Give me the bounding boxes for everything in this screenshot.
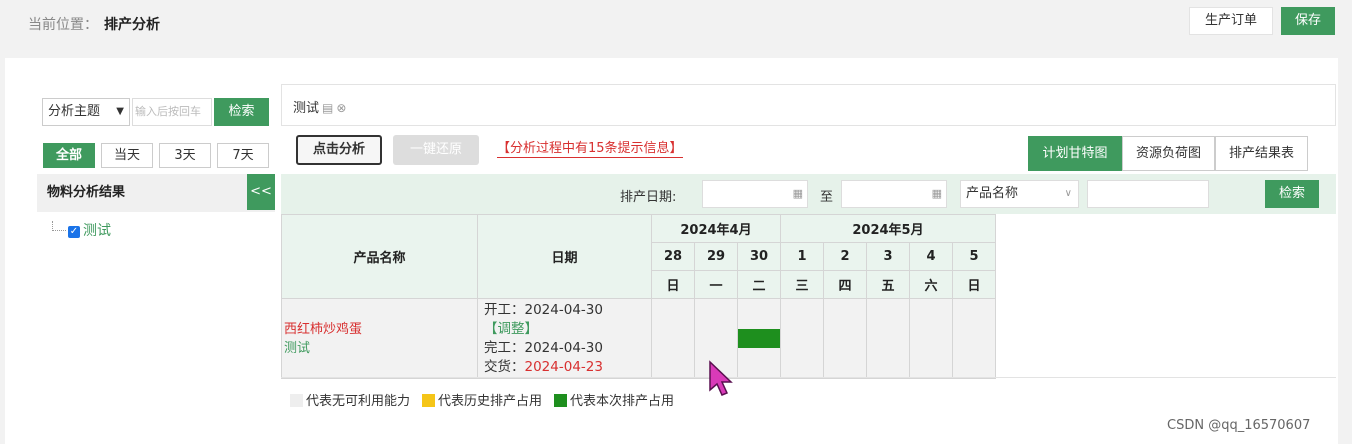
breadcrumb-current: 排产分析 <box>104 17 160 33</box>
range-7days[interactable]: 7天 <box>217 143 269 168</box>
tab-test[interactable]: 测试 ▤ ⊗ <box>293 97 346 116</box>
day-weekday: 一 <box>694 270 738 299</box>
legend-label: 代表无可利用能力 <box>306 394 411 409</box>
range-all[interactable]: 全部 <box>43 143 95 168</box>
breadcrumb: 当前位置： 排产分析 <box>28 14 160 34</box>
day-number: 28 <box>651 242 695 271</box>
collapse-button[interactable]: << <box>247 174 275 210</box>
day-number: 30 <box>737 242 781 271</box>
day-weekday: 日 <box>651 270 695 299</box>
legend-swatch <box>554 394 568 407</box>
range-3days[interactable]: 3天 <box>159 143 211 168</box>
day-weekday: 四 <box>823 270 867 299</box>
end-date-input[interactable]: ▦ <box>841 180 947 208</box>
delivery-label: 交货： <box>484 358 525 375</box>
view-resource-load[interactable]: 资源负荷图 <box>1122 136 1215 171</box>
day-weekday: 六 <box>909 270 953 299</box>
schedule-date-label: 排产日期: <box>620 190 677 205</box>
day-number: 3 <box>866 242 910 271</box>
tab-bar: 测试 ▤ ⊗ <box>281 84 1336 126</box>
product-sub: 测试 <box>284 340 311 356</box>
month-header-april: 2024年4月 <box>651 214 781 243</box>
month-header-may: 2024年5月 <box>780 214 996 243</box>
day-number: 5 <box>952 242 996 271</box>
checkbox-checked-icon[interactable]: ✓ <box>68 226 80 238</box>
delivery-date: 2024-04-23 <box>524 358 603 375</box>
product-cell: 西红柿炒鸡蛋 测试 <box>281 298 478 379</box>
document-icon: ▤ <box>322 101 334 115</box>
legend-label: 代表历史排产占用 <box>438 394 543 409</box>
left-search-input[interactable]: 输入后按回车 <box>132 98 212 126</box>
day-number: 1 <box>780 242 824 271</box>
view-result-table[interactable]: 排产结果表 <box>1215 136 1308 171</box>
range-today[interactable]: 当天 <box>101 143 153 168</box>
day-number: 4 <box>909 242 953 271</box>
material-result-header: 物料分析结果 <box>37 174 275 212</box>
day-weekday: 日 <box>952 270 996 299</box>
product-name[interactable]: 西红柿炒鸡蛋 <box>284 320 477 339</box>
divider <box>281 377 1336 378</box>
start-date-input[interactable]: ▦ <box>702 180 808 208</box>
legend-item: 代表无可利用能力 <box>290 394 410 409</box>
finish-date: 完工：2024-04-30 <box>484 339 603 356</box>
legend-label: 代表本次排产占用 <box>570 394 675 409</box>
to-label: 至 <box>820 190 834 205</box>
top-bar: 当前位置： 排产分析 生产订单 保存 <box>0 0 1352 46</box>
col-product-header: 产品名称 <box>281 214 478 299</box>
product-input[interactable] <box>1087 180 1209 208</box>
tree-line <box>52 221 66 231</box>
mouse-cursor-icon <box>709 360 733 396</box>
legend-item: 代表历史排产占用 <box>422 394 542 409</box>
legend: 代表无可利用能力 代表历史排产占用 代表本次排产占用 <box>290 390 686 409</box>
day-number: 29 <box>694 242 738 271</box>
chevron-down-icon: ▼ <box>116 106 124 117</box>
gantt-cell <box>866 298 910 379</box>
gantt-cell <box>952 298 996 379</box>
gantt-cell <box>823 298 867 379</box>
product-select[interactable]: 产品名称 ∨ <box>960 180 1079 208</box>
watermark: CSDN @qq_16570607 <box>1167 418 1311 433</box>
gantt-bar[interactable] <box>738 329 780 348</box>
col-date-header: 日期 <box>477 214 652 299</box>
day-weekday: 五 <box>866 270 910 299</box>
analyze-button[interactable]: 点击分析 <box>296 135 382 165</box>
subject-select[interactable]: 分析主题 ▼ <box>42 98 130 126</box>
view-gantt[interactable]: 计划甘特图 <box>1028 136 1122 171</box>
left-search-button[interactable]: 检索 <box>214 98 269 126</box>
gantt-table: 产品名称 日期 2024年4月 2024年5月 28 29 30 1 2 3 4 5 日一二三… <box>281 214 996 379</box>
gantt-cell <box>651 298 695 379</box>
day-weekday: 二 <box>737 270 781 299</box>
adjust-link[interactable]: 【调整】 <box>484 320 651 339</box>
breadcrumb-prefix: 当前位置： <box>28 17 98 33</box>
day-weekday: 三 <box>780 270 824 299</box>
tab-label: 测试 <box>293 101 320 116</box>
analysis-hint-link[interactable]: 【分析过程中有15条提示信息】 <box>497 141 683 158</box>
gantt-cell <box>780 298 824 379</box>
close-icon[interactable]: ⊗ <box>336 101 346 115</box>
gantt-cell <box>909 298 953 379</box>
start-date: 开工：2024-04-30 <box>484 301 603 318</box>
filter-search-button[interactable]: 检索 <box>1265 180 1319 208</box>
day-number: 2 <box>823 242 867 271</box>
tree-item-label: 测试 <box>83 223 111 239</box>
tree-item[interactable]: ✓ 测试 <box>52 220 111 240</box>
calendar-icon: ▦ <box>792 187 803 200</box>
date-info-cell: 开工：2024-04-30 【调整】 完工：2024-04-30 交货：2024… <box>477 298 652 379</box>
calendar-icon: ▦ <box>931 187 942 200</box>
save-button[interactable]: 保存 <box>1281 7 1335 35</box>
legend-item: 代表本次排产占用 <box>554 394 674 409</box>
legend-swatch <box>290 394 303 407</box>
legend-swatch <box>422 394 436 407</box>
production-order-button[interactable]: 生产订单 <box>1189 7 1273 35</box>
chevron-down-icon: ∨ <box>1064 188 1072 199</box>
gantt-cell <box>737 298 781 379</box>
restore-button[interactable]: 一键还原 <box>393 135 479 165</box>
